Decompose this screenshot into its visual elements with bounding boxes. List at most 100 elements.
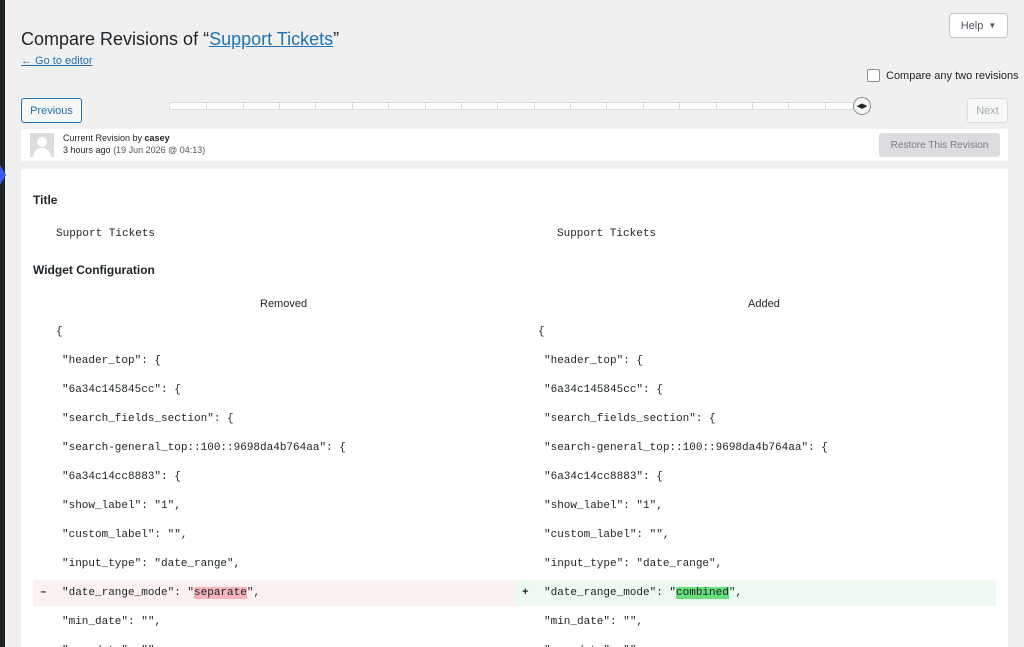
diff-line-left: "input_type": "date_range",	[33, 551, 515, 577]
diff-line-right: {	[515, 319, 996, 345]
title-right-value: Support Tickets	[557, 228, 657, 240]
slider-tick	[388, 103, 389, 109]
help-label: Help	[960, 19, 984, 32]
diff-line-text: "show_label": "1",	[62, 500, 181, 512]
diff-line-right: + "date_range_mode": "combined",	[515, 580, 996, 606]
diff-line-text: "6a34c145845cc": {	[544, 384, 663, 396]
diff-line-text: "date_range_mode": "combined",	[544, 587, 743, 599]
widget-section-heading: Widget Configuration	[33, 263, 155, 277]
avatar	[30, 133, 54, 157]
diff-line-text: "min_date": "",	[544, 616, 644, 628]
diff-line-right: "custom_label": "",	[515, 522, 996, 548]
diff-line-right: "show_label": "1",	[515, 493, 996, 519]
current-menu-marker	[0, 165, 6, 185]
diff-line-left: "6a34c145845cc": {	[33, 377, 515, 403]
diff-line-text: "6a34c145845cc": {	[62, 384, 181, 396]
diff-line-left: "search-general_top::100::9698da4b764aa"…	[33, 435, 515, 461]
removed-sign-icon: –	[40, 587, 47, 599]
diff-line-left: "show_label": "1",	[33, 493, 515, 519]
diff-line-text: "date_range_mode": "separate",	[62, 587, 261, 599]
diff-line-right: "search-general_top::100::9698da4b764aa"…	[515, 435, 996, 461]
diff-line-right: "input_type": "date_range",	[515, 551, 996, 577]
slider-tick	[206, 103, 207, 109]
revision-meta-bar: Current Revision by casey 3 hours ago (1…	[21, 129, 1008, 161]
diff-panel: Title Support Tickets Support Tickets Wi…	[21, 169, 1008, 647]
diff-line-text: "search-general_top::100::9698da4b764aa"…	[62, 442, 346, 454]
diff-line-text: "6a34c14cc8883": {	[544, 471, 663, 483]
slider-tick	[534, 103, 535, 109]
diff-line-right: "max_date": "",	[515, 638, 996, 647]
author-prefix: Current Revision by	[63, 133, 145, 143]
diff-line-left: "custom_label": "",	[33, 522, 515, 548]
diff-line-left: "6a34c14cc8883": {	[33, 464, 515, 490]
slider-tick	[461, 103, 462, 109]
diff-line-text: "search_fields_section": {	[544, 413, 716, 425]
drag-arrows-icon: ◀▶	[856, 103, 868, 110]
diff-line-text: {	[538, 326, 545, 338]
diff-line-text: "min_date": "",	[62, 616, 162, 628]
diff-line-left: – "date_range_mode": "separate",	[33, 580, 515, 606]
slider-tick	[606, 103, 607, 109]
slider-tick	[716, 103, 717, 109]
revision-slider[interactable]	[169, 102, 862, 110]
added-sign-icon: +	[522, 587, 529, 599]
slider-tick	[825, 103, 826, 109]
diff-line-text: "header_top": {	[544, 355, 644, 367]
removed-column-header: Removed	[260, 298, 308, 310]
revision-author-line: Current Revision by casey	[63, 133, 170, 143]
avatar-head	[37, 137, 47, 147]
slider-tick	[788, 103, 789, 109]
added-text: combined	[676, 587, 729, 599]
diff-line-text: {	[56, 326, 63, 338]
compare-two-checkbox[interactable]	[867, 69, 880, 82]
revision-date: (19 Jun 2026 @ 04:13)	[113, 145, 206, 155]
diff-line-right: "min_date": "",	[515, 609, 996, 635]
diff-line-left: {	[33, 319, 515, 345]
slider-tick	[425, 103, 426, 109]
diff-line-text: "search_fields_section": {	[62, 413, 234, 425]
slider-tick	[643, 103, 644, 109]
compare-two-revisions-toggle[interactable]: Compare any two revisions	[867, 69, 1019, 82]
go-to-editor-link[interactable]: ← Go to editor	[21, 55, 93, 67]
post-title-link[interactable]: Support Tickets	[209, 29, 333, 49]
page-title: Compare Revisions of “Support Tickets”	[21, 29, 339, 50]
diff-line-right: "search_fields_section": {	[515, 406, 996, 432]
diff-line-right: "header_top": {	[515, 348, 996, 374]
diff-line-text: "input_type": "date_range",	[62, 558, 241, 570]
compare-two-label: Compare any two revisions	[886, 69, 1019, 82]
page-title-suffix: ”	[333, 29, 340, 49]
diff-line-text: "custom_label": "",	[62, 529, 188, 541]
diff-line-right: "6a34c14cc8883": {	[515, 464, 996, 490]
added-column-header: Added	[748, 298, 780, 310]
diff-line-left: "min_date": "",	[33, 609, 515, 635]
revision-date-line: 3 hours ago (19 Jun 2026 @ 04:13)	[63, 145, 205, 155]
diff-line-text: "header_top": {	[62, 355, 162, 367]
slider-tick	[752, 103, 753, 109]
next-button[interactable]: Next	[967, 98, 1008, 123]
diff-line-text: "search-general_top::100::9698da4b764aa"…	[544, 442, 828, 454]
diff-line-left: "search_fields_section": {	[33, 406, 515, 432]
slider-tick	[279, 103, 280, 109]
removed-text: separate	[194, 587, 247, 599]
slider-tick	[315, 103, 316, 109]
author-name: casey	[144, 133, 170, 143]
help-button[interactable]: Help ▼	[949, 13, 1008, 38]
caret-down-icon: ▼	[988, 21, 997, 30]
time-ago: 3 hours ago	[63, 145, 111, 155]
admin-sidebar-edge	[0, 0, 6, 647]
restore-revision-button[interactable]: Restore This Revision	[879, 133, 1000, 157]
title-left-value: Support Tickets	[56, 228, 156, 240]
diff-line-right: "6a34c145845cc": {	[515, 377, 996, 403]
diff-line-left: "header_top": {	[33, 348, 515, 374]
previous-button[interactable]: Previous	[21, 98, 82, 123]
slider-tick	[570, 103, 571, 109]
page-title-prefix: Compare Revisions of “	[21, 29, 210, 49]
slider-tick	[243, 103, 244, 109]
diff-line-text: "custom_label": "",	[544, 529, 670, 541]
diff-line-text: "6a34c14cc8883": {	[62, 471, 181, 483]
avatar-body	[33, 148, 51, 157]
slider-handle[interactable]: ◀▶	[853, 97, 871, 115]
slider-tick	[352, 103, 353, 109]
diff-line-text: "show_label": "1",	[544, 500, 663, 512]
slider-tick	[497, 103, 498, 109]
